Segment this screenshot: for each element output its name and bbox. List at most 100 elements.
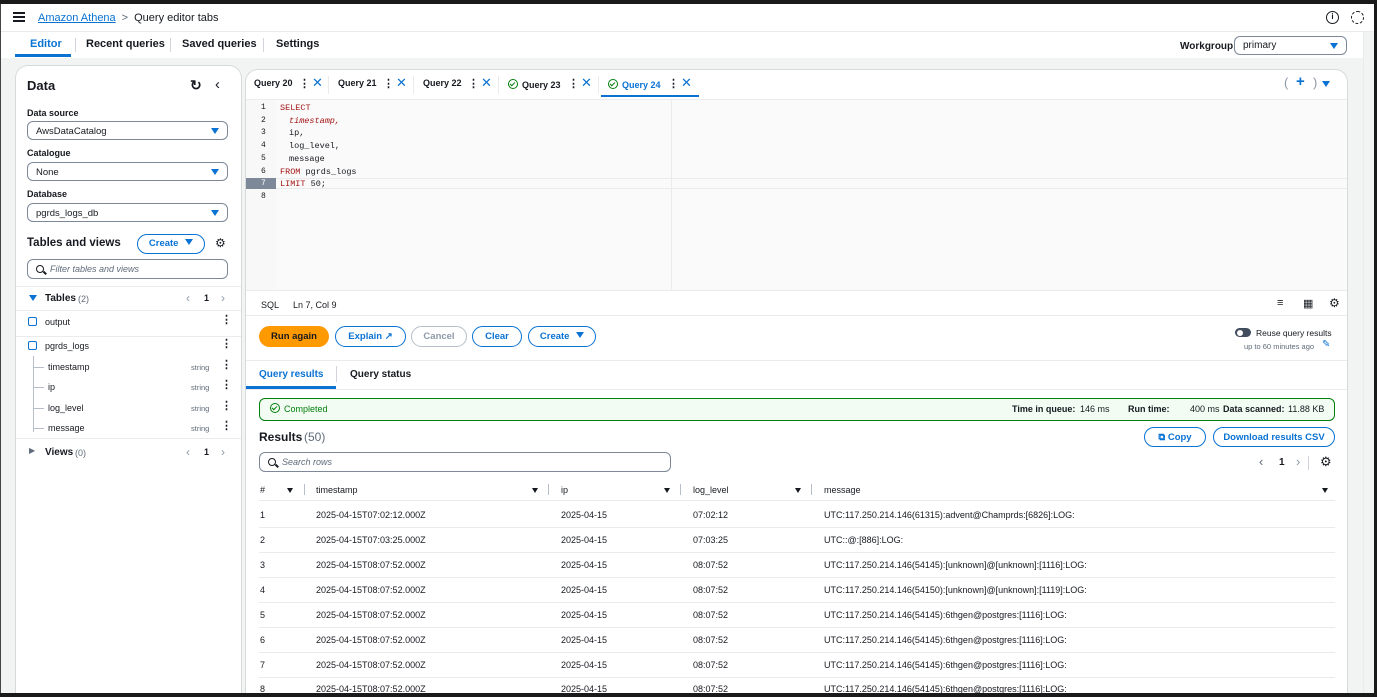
prev-page-icon[interactable]: ‹	[186, 291, 190, 305]
sort-icon[interactable]	[664, 488, 670, 493]
copy-button[interactable]: ⧉ Copy	[1144, 427, 1206, 447]
caret-down-icon	[29, 295, 37, 301]
table-expand-icon[interactable]	[28, 317, 37, 326]
info-icon[interactable]: i	[1326, 11, 1339, 24]
cell-log-level: 08:07:52	[693, 684, 729, 693]
prev-page-icon[interactable]: ‹	[186, 445, 190, 459]
breadcrumb-root-link[interactable]: Amazon Athena	[38, 12, 116, 24]
code-text: pgrds_logs	[300, 167, 357, 177]
edit-icon[interactable]: ✎	[1322, 339, 1330, 350]
sort-icon[interactable]	[532, 488, 538, 493]
tab-scroll-right[interactable]: )	[1313, 75, 1317, 90]
table-collapse-icon[interactable]	[28, 341, 37, 350]
tables-page: 1	[204, 293, 210, 303]
tab-query-results[interactable]: Query results	[259, 369, 323, 380]
table-item-pgrds-logs[interactable]: pgrds_logs ⋮	[16, 339, 241, 354]
table-preferences-icon[interactable]: ⚙	[1320, 454, 1332, 470]
cell-message: UTC:117.250.214.146(54145):6thgen@postgr…	[824, 635, 1067, 645]
collapse-icon[interactable]: ‹	[215, 76, 220, 93]
query-tab-23[interactable]: Query 23 ⋮ ✕	[508, 75, 592, 98]
database-select[interactable]: pgrds_logs_db	[27, 203, 228, 222]
cell-timestamp: 2025-04-15T07:02:12.000Z	[316, 510, 426, 520]
query-tab-20[interactable]: Query 20 ⋮ ✕	[254, 75, 323, 98]
download-csv-button[interactable]: Download results CSV	[1213, 427, 1335, 447]
cancel-button[interactable]: Cancel	[411, 326, 467, 347]
caret-down-icon	[211, 169, 219, 175]
tab-settings[interactable]: Settings	[276, 38, 319, 50]
tab-saved-queries[interactable]: Saved queries	[182, 38, 257, 50]
data-panel-title: Data	[27, 78, 56, 93]
more-options-icon[interactable]: ⋮	[383, 77, 394, 90]
more-options-icon[interactable]: ⋮	[468, 77, 479, 90]
table-item-output[interactable]: output ⋮	[16, 315, 241, 330]
col-header-log-level[interactable]: log_level	[693, 485, 729, 495]
more-options-icon[interactable]: ⋮	[221, 421, 232, 432]
tab-query-status[interactable]: Query status	[350, 369, 411, 380]
create-table-button[interactable]: Create	[137, 234, 205, 254]
sql-keyword: FROM	[280, 167, 301, 177]
close-icon[interactable]: ✕	[681, 75, 692, 91]
more-options-icon[interactable]: ⋮	[221, 339, 232, 350]
col-header-ip[interactable]: ip	[561, 485, 568, 495]
more-options-icon[interactable]: ⋮	[299, 77, 310, 90]
data-scanned-value: 11.88 KB	[1288, 404, 1325, 414]
cell-index: 6	[260, 635, 266, 645]
page-scrollbar[interactable]	[1363, 32, 1374, 693]
success-icon	[270, 403, 280, 413]
gear-icon[interactable]: ⚙	[1329, 296, 1340, 310]
data-source-select[interactable]: AwsDataCatalog	[27, 121, 228, 140]
add-query-tab-button[interactable]: +	[1296, 73, 1305, 90]
workgroup-select[interactable]: primary	[1234, 36, 1347, 55]
tables-section[interactable]: Tables (2) ‹ 1 ›	[16, 291, 241, 306]
search-rows-input[interactable]: Search rows	[259, 452, 671, 472]
next-page-icon[interactable]: ›	[221, 445, 225, 459]
catalogue-select[interactable]: None	[27, 162, 228, 181]
col-header-timestamp[interactable]: timestamp	[316, 485, 358, 495]
sort-icon[interactable]	[1322, 488, 1328, 493]
cell-timestamp: 2025-04-15T08:07:52.000Z	[316, 660, 426, 670]
more-options-icon[interactable]: ⋮	[568, 77, 579, 90]
next-page-icon[interactable]: ›	[1296, 454, 1300, 469]
run-again-button[interactable]: Run again	[259, 326, 329, 347]
close-icon[interactable]: ✕	[481, 75, 492, 91]
query-tab-label: Query 21	[338, 78, 377, 88]
more-options-icon[interactable]: ⋮	[221, 380, 232, 391]
sort-icon[interactable]	[287, 488, 293, 493]
settings-icon[interactable]	[1351, 11, 1364, 24]
more-options-icon[interactable]: ⋮	[668, 77, 679, 90]
format-icon[interactable]: ≡	[1277, 297, 1283, 309]
tab-recent-queries[interactable]: Recent queries	[86, 38, 165, 50]
query-tab-21[interactable]: Query 21 ⋮ ✕	[338, 75, 407, 98]
query-tab-22[interactable]: Query 22 ⋮ ✕	[423, 75, 492, 98]
explain-button[interactable]: Explain ↗	[335, 326, 406, 347]
col-header-message[interactable]: message	[824, 485, 861, 495]
gear-icon[interactable]: ⚙	[215, 236, 226, 250]
more-options-icon[interactable]: ⋮	[221, 360, 232, 371]
cell-log-level: 08:07:52	[693, 635, 729, 645]
code-line: ip,	[289, 128, 305, 138]
sql-editor[interactable]: 1 2 3 4 5 6 7 8 SELECT timestamp, ip, lo…	[246, 99, 1347, 291]
refresh-icon[interactable]: ↻	[190, 77, 202, 94]
next-page-icon[interactable]: ›	[221, 291, 225, 305]
more-options-icon[interactable]: ⋮	[221, 401, 232, 412]
close-icon[interactable]: ✕	[581, 75, 592, 91]
query-status-bar: Completed Time in queue: 146 ms Run time…	[259, 398, 1335, 421]
prev-page-icon[interactable]: ‹	[1259, 454, 1263, 469]
menu-icon[interactable]	[13, 12, 25, 22]
reuse-results-toggle[interactable]	[1235, 328, 1251, 337]
filter-tables-input[interactable]: Filter tables and views	[27, 259, 228, 279]
create-button[interactable]: Create	[528, 326, 596, 347]
tab-editor[interactable]: Editor	[30, 38, 62, 50]
more-options-icon[interactable]: ⋮	[221, 315, 232, 326]
sort-icon[interactable]	[795, 488, 801, 493]
clear-button[interactable]: Clear	[472, 326, 522, 347]
cell-log-level: 08:07:52	[693, 610, 729, 620]
close-icon[interactable]: ✕	[396, 75, 407, 91]
views-section[interactable]: ▶ Views (0) ‹ 1 ›	[16, 445, 241, 460]
tab-scroll-left[interactable]: (	[1284, 75, 1288, 90]
close-icon[interactable]: ✕	[312, 75, 323, 91]
queue-value: 146 ms	[1080, 404, 1110, 414]
copy-icon: ⧉	[1158, 432, 1166, 443]
keyboard-icon[interactable]: ▦	[1303, 297, 1313, 310]
tab-menu-caret-icon[interactable]	[1322, 81, 1330, 87]
